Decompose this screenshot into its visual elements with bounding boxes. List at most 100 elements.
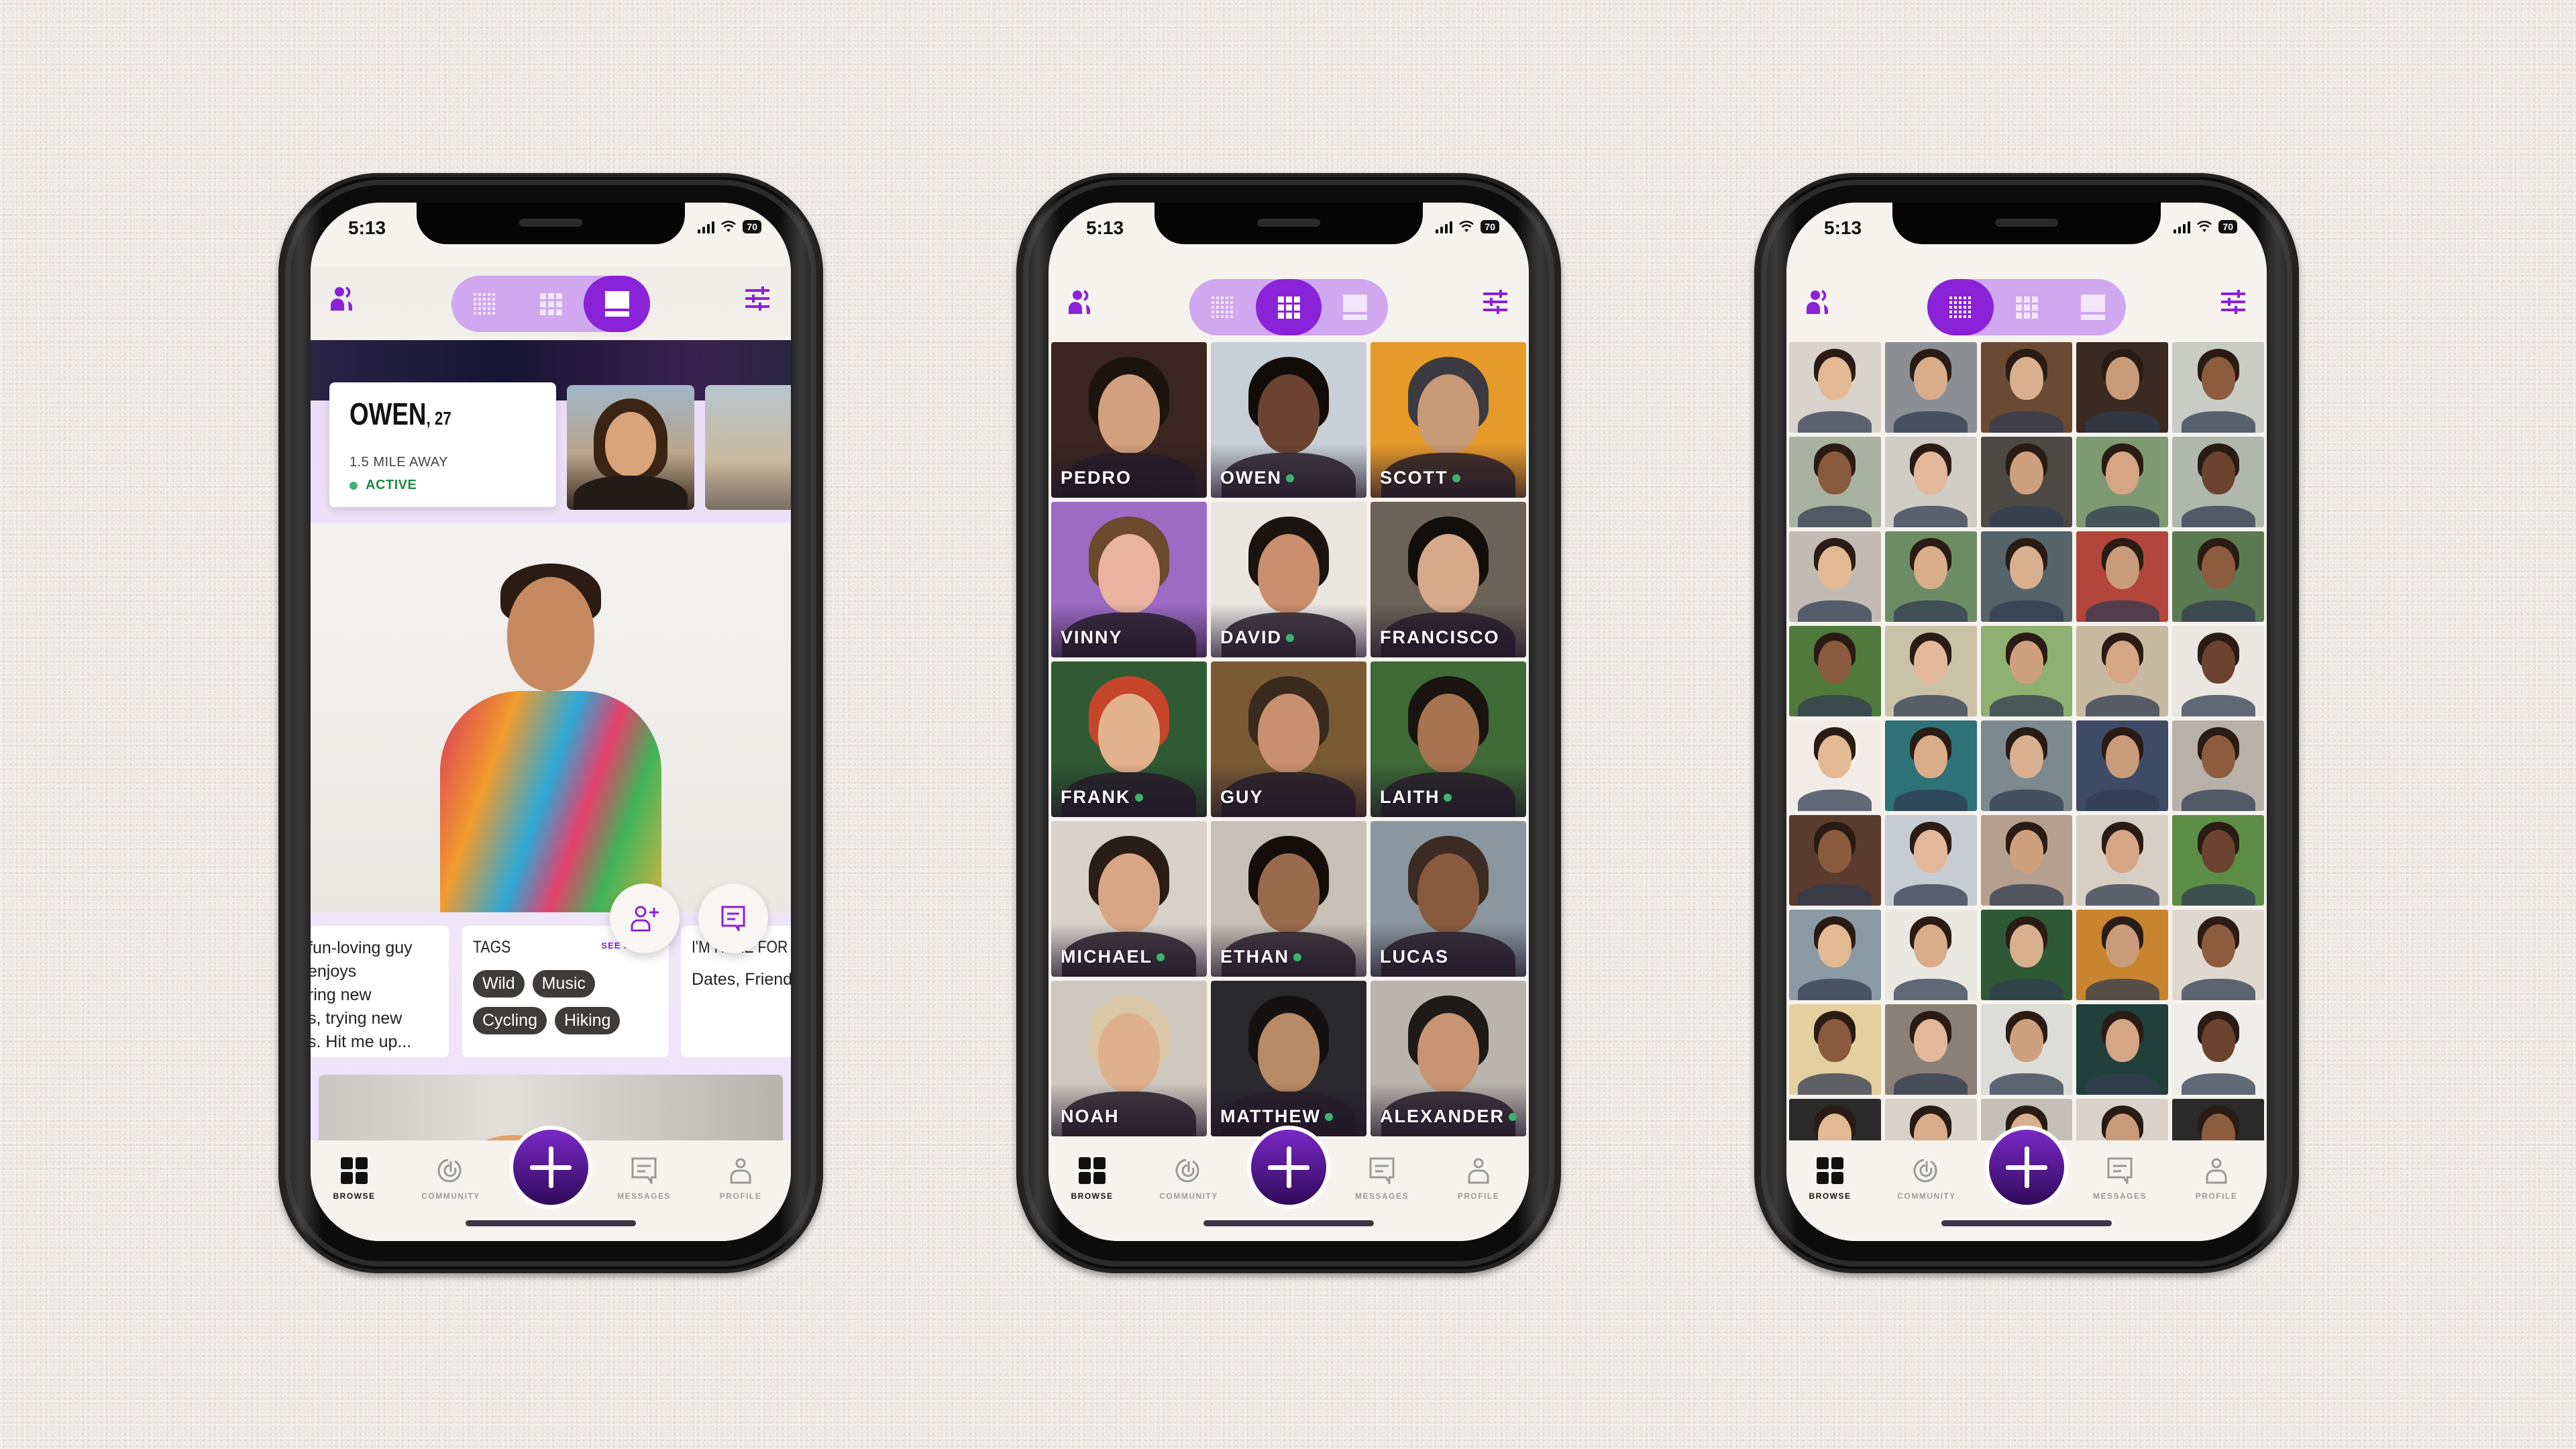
nav-profile[interactable]: PROFILE (2180, 1155, 2253, 1201)
profile-thumbnail[interactable] (1980, 720, 2073, 811)
profile-thumbnail[interactable] (1980, 437, 2073, 527)
profile-thumbnail[interactable] (2076, 815, 2169, 906)
message-button[interactable] (698, 883, 768, 953)
profile-thumbnail[interactable] (2076, 910, 2169, 1000)
view-grid-button[interactable] (1994, 279, 2060, 335)
nav-browse[interactable]: BROWSE (317, 1155, 391, 1201)
view-dense-grid-button[interactable] (1927, 279, 1994, 335)
profile-tile[interactable]: VINNY (1051, 502, 1207, 657)
create-button[interactable] (509, 1126, 592, 1209)
view-single-button[interactable] (2059, 279, 2126, 335)
profile-tile[interactable]: SCOTT (1371, 342, 1526, 498)
profile-tile[interactable]: FRANCISCO (1371, 502, 1526, 657)
view-single-button[interactable] (1322, 279, 1388, 335)
create-button[interactable] (1247, 1126, 1330, 1209)
profile-thumbnail[interactable] (1884, 626, 1977, 716)
profile-thumbnail[interactable] (1884, 342, 1977, 433)
add-friend-button[interactable] (610, 883, 680, 953)
nav-profile[interactable]: PROFILE (1442, 1155, 1515, 1201)
profile-thumbnail[interactable] (2172, 531, 2264, 622)
profile-thumbnail[interactable] (1789, 720, 1881, 811)
profile-thumbnail[interactable] (1884, 437, 1977, 527)
nav-messages[interactable]: MESSAGES (607, 1155, 681, 1201)
nav-browse[interactable]: BROWSE (1793, 1155, 1867, 1201)
view-dense-grid-button[interactable] (451, 276, 518, 332)
single-profile-icon (1342, 294, 1367, 320)
profile-thumbnail[interactable] (1884, 1004, 1977, 1095)
tag-chip[interactable]: Hiking (554, 1007, 621, 1034)
profile-tile[interactable]: ALEXANDER (1371, 981, 1526, 1136)
profile-thumbnail[interactable] (1884, 531, 1977, 622)
profile-photo-thumbnail[interactable] (567, 385, 694, 510)
profile-thumbnail[interactable] (1980, 342, 2073, 433)
people-icon[interactable] (329, 285, 358, 312)
home-indicator[interactable] (466, 1220, 636, 1226)
profile-thumbnail[interactable] (1980, 531, 2073, 622)
profile-thumbnail[interactable] (1789, 1004, 1881, 1095)
profile-tile[interactable]: PEDRO (1051, 342, 1207, 498)
nav-messages[interactable]: MESSAGES (1345, 1155, 1419, 1201)
filter-sliders-icon[interactable] (2220, 288, 2247, 315)
notch (1155, 203, 1423, 244)
nav-messages[interactable]: MESSAGES (2083, 1155, 2157, 1201)
filter-sliders-icon[interactable] (744, 285, 771, 312)
nav-community[interactable]: COMMUNITY (1152, 1155, 1226, 1201)
people-icon[interactable] (1805, 288, 1833, 315)
profile-photo-thumbnail[interactable] (705, 385, 791, 510)
nav-browse[interactable]: BROWSE (1055, 1155, 1129, 1201)
profile-thumbnail[interactable] (2076, 720, 2169, 811)
profile-thumbnail[interactable] (1980, 1004, 2073, 1095)
profile-thumbnail[interactable] (2172, 342, 2264, 433)
tag-chip[interactable]: Wild (473, 970, 525, 998)
profile-thumbnail[interactable] (2172, 910, 2264, 1000)
profile-thumbnail[interactable] (1884, 910, 1977, 1000)
nav-community[interactable]: COMMUNITY (1890, 1155, 1964, 1201)
profile-thumbnail[interactable] (2172, 720, 2264, 811)
view-single-button[interactable] (584, 276, 651, 332)
profile-thumbnail[interactable] (1789, 626, 1881, 716)
profile-tile[interactable]: DAVID (1211, 502, 1366, 657)
profile-tile[interactable]: LUCAS (1371, 821, 1526, 977)
view-grid-button[interactable] (1255, 279, 1322, 335)
profile-tile[interactable]: ETHAN (1211, 821, 1366, 977)
profile-thumbnail[interactable] (2172, 1004, 2264, 1095)
profile-tile[interactable]: NOAH (1051, 981, 1207, 1136)
home-indicator[interactable] (1203, 1220, 1374, 1226)
bio-card[interactable]: fun-loving guy enjoys ring new s, trying… (311, 926, 449, 1057)
nav-community[interactable]: COMMUNITY (414, 1155, 488, 1201)
profile-tile[interactable]: GUY (1211, 661, 1366, 817)
profile-thumbnail[interactable] (2076, 342, 2169, 433)
profile-thumbnail[interactable] (1884, 720, 1977, 811)
profile-thumbnail[interactable] (1980, 626, 2073, 716)
profile-tile[interactable]: MATTHEW (1211, 981, 1366, 1136)
nav-profile[interactable]: PROFILE (704, 1155, 777, 1201)
profile-thumbnail[interactable] (2076, 531, 2169, 622)
profile-tile[interactable]: OWEN (1211, 342, 1366, 498)
profile-thumbnail[interactable] (1789, 342, 1881, 433)
profile-thumbnail[interactable] (2172, 437, 2264, 527)
profile-thumbnail[interactable] (1789, 437, 1881, 527)
view-grid-button[interactable] (518, 276, 584, 332)
people-icon[interactable] (1067, 288, 1095, 315)
view-dense-grid-button[interactable] (1189, 279, 1256, 335)
profile-thumbnail[interactable] (2172, 815, 2264, 906)
profile-tile[interactable]: FRANK (1051, 661, 1207, 817)
create-button[interactable] (1985, 1126, 2068, 1209)
tag-chip[interactable]: Cycling (473, 1007, 547, 1034)
profile-thumbnail[interactable] (1884, 815, 1977, 906)
profile-tile[interactable]: LAITH (1371, 661, 1526, 817)
profile-thumbnail[interactable] (1789, 815, 1881, 906)
tag-chip[interactable]: Music (532, 970, 595, 998)
profile-thumbnail[interactable] (1980, 815, 2073, 906)
filter-sliders-icon[interactable] (1482, 288, 1509, 315)
profile-thumbnail[interactable] (1789, 910, 1881, 1000)
profile-tile[interactable]: MICHAEL (1051, 821, 1207, 977)
home-indicator[interactable] (1941, 1220, 2112, 1226)
profile-thumbnail[interactable] (2076, 437, 2169, 527)
profile-thumbnail[interactable] (2076, 626, 2169, 716)
profile-thumbnail[interactable] (2172, 626, 2264, 716)
profile-thumbnail[interactable] (1980, 910, 2073, 1000)
profile-thumbnail[interactable] (2076, 1004, 2169, 1095)
profile-main-photo[interactable] (311, 523, 791, 912)
profile-thumbnail[interactable] (1789, 531, 1881, 622)
